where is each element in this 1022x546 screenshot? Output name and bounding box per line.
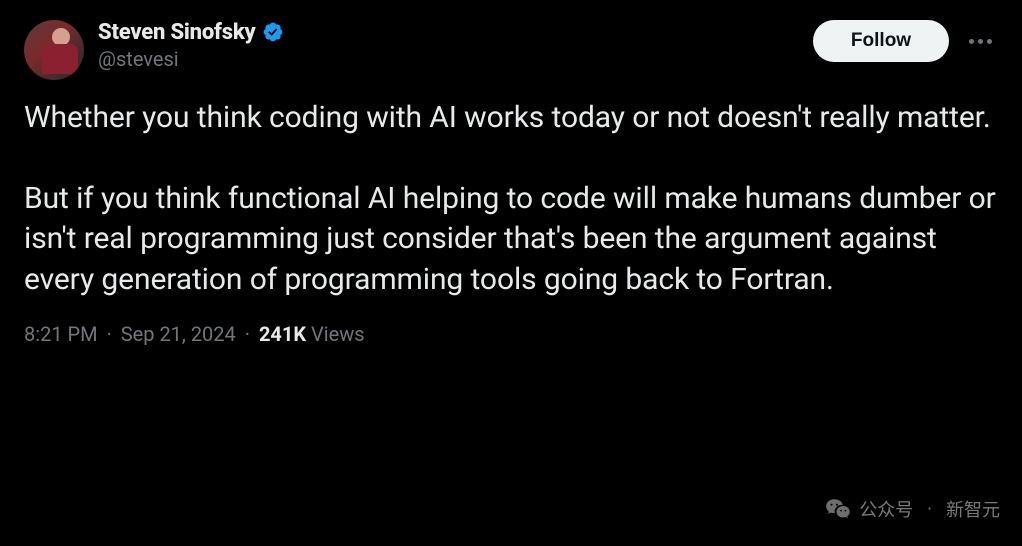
wechat-icon	[825, 496, 851, 522]
views-label: Views	[311, 322, 365, 346]
tweet-paragraph: Whether you think coding with AI works t…	[24, 98, 998, 139]
user-handle[interactable]: @stevesi	[98, 47, 286, 71]
tweet-meta: 8:21 PM · Sep 21, 2024 · 241K Views	[24, 322, 998, 346]
display-name[interactable]: Steven Sinofsky	[98, 20, 256, 45]
meta-separator: ·	[102, 322, 117, 346]
user-info: Steven Sinofsky @stevesi	[24, 20, 286, 80]
tweet-time[interactable]: 8:21 PM	[24, 322, 98, 346]
name-line: Steven Sinofsky	[98, 20, 286, 45]
header-actions: Follow	[813, 20, 998, 62]
tweet-body: Whether you think coding with AI works t…	[24, 98, 998, 300]
tweet-card: Steven Sinofsky @stevesi Follow Whether …	[0, 0, 1022, 366]
watermark-source: 新智元	[946, 496, 1000, 522]
watermark-label: 公众号	[859, 496, 913, 522]
tweet-paragraph: But if you think functional AI helping t…	[24, 179, 998, 301]
follow-button[interactable]: Follow	[813, 20, 949, 62]
more-options-icon[interactable]	[963, 33, 998, 50]
meta-separator: ·	[240, 322, 255, 346]
user-name-block: Steven Sinofsky @stevesi	[98, 20, 286, 71]
tweet-date[interactable]: Sep 21, 2024	[121, 322, 236, 346]
verified-badge-icon	[262, 21, 286, 45]
watermark-separator: ·	[927, 499, 932, 520]
views-count[interactable]: 241K	[259, 322, 306, 346]
avatar[interactable]	[24, 20, 84, 80]
watermark: 公众号 · 新智元	[825, 496, 1000, 522]
tweet-header: Steven Sinofsky @stevesi Follow	[24, 20, 998, 80]
